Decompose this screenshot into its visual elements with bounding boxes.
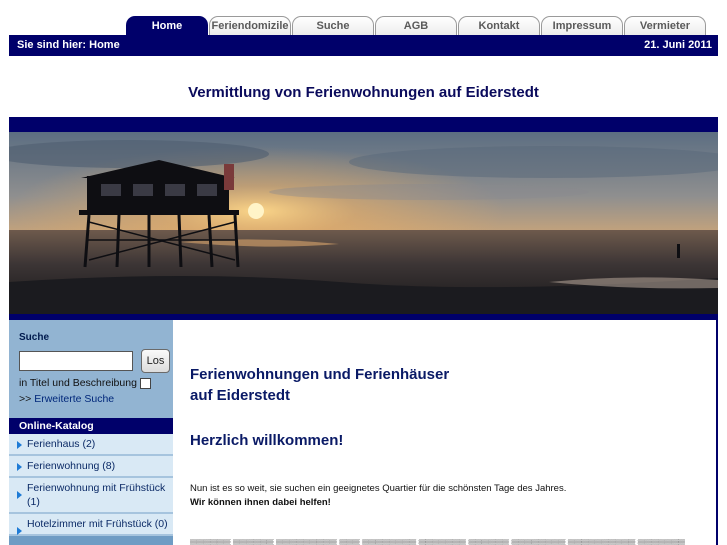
- header-divider: [9, 117, 718, 132]
- main-content: Ferienwohnungen und Ferienhäuser auf Eid…: [173, 320, 718, 545]
- tab-feriendomizile[interactable]: Feriendomizile: [209, 16, 291, 35]
- catalog-list: Ferienhaus (2) Ferienwohnung (8) Ferienw…: [9, 434, 173, 536]
- intro-text: Nun ist es so weit, sie suchen ein geeig…: [190, 482, 710, 510]
- intro-bold: Wir können ihnen dabei helfen!: [190, 497, 331, 508]
- main-tab-nav: Home Feriendomizile Suche AGB Kontakt Im…: [126, 16, 707, 35]
- catalog-item-hotelzimmer-fruehstueck[interactable]: Hotelzimmer mit Frühstück (0): [9, 514, 173, 536]
- catalog-item-label: Hotelzimmer mit Frühstück (0): [27, 518, 168, 530]
- page-heading-line1: Ferienwohnungen und Ferienhäuser: [190, 366, 450, 383]
- breadcrumb-bar: Sie sind hier: Home 21. Juni 2011: [9, 35, 718, 56]
- intro-sentence: Nun ist es so weit, sie suchen ein geeig…: [190, 483, 567, 494]
- search-button[interactable]: Los: [141, 349, 170, 373]
- sidebar: Suche Los in Titel und Beschreibung >> E…: [9, 320, 173, 545]
- search-option-label: in Titel und Beschreibung: [19, 377, 137, 389]
- advanced-search-label: Erweiterte Suche: [34, 393, 115, 405]
- search-in-description-checkbox[interactable]: [139, 377, 151, 389]
- catalog-item-ferienwohnung-fruehstueck[interactable]: Ferienwohnung mit Frühstück (1): [9, 478, 173, 514]
- tab-vermieter[interactable]: Vermieter: [624, 16, 706, 35]
- triangle-right-icon: [17, 463, 22, 471]
- cut-off-text-line: ▒▒▒▒▒▒ ▒▒▒▒▒▒ ▒▒▒▒▒▒▒▒▒ ▒▒▒ ▒▒▒▒▒▒▒▒ ▒▒▒…: [190, 539, 685, 545]
- tab-home[interactable]: Home: [126, 16, 208, 35]
- catalog-item-label: Ferienwohnung mit Frühstück (1): [27, 482, 166, 508]
- catalog-item-label: Ferienhaus (2): [27, 438, 96, 450]
- search-title: Suche: [19, 332, 50, 343]
- page-heading: Ferienwohnungen und Ferienhäuser auf Eid…: [190, 364, 449, 406]
- tab-suche[interactable]: Suche: [292, 16, 374, 35]
- catalog-title: Online-Katalog: [9, 418, 173, 434]
- advanced-search-link[interactable]: >> Erweiterte Suche: [19, 393, 114, 405]
- site-title: Vermittlung von Ferienwohnungen auf Eide…: [188, 84, 539, 101]
- search-panel: Suche Los in Titel und Beschreibung >> E…: [9, 320, 173, 418]
- triangle-right-icon: [17, 491, 22, 499]
- catalog-item-label: Ferienwohnung (8): [27, 460, 116, 472]
- page-heading-line2: auf Eiderstedt: [190, 387, 291, 404]
- tab-impressum[interactable]: Impressum: [541, 16, 623, 35]
- current-date: 21. Juni 2011: [644, 39, 712, 51]
- welcome-heading: Herzlich willkommen!: [190, 432, 344, 449]
- banner-image: [9, 132, 718, 316]
- tab-agb[interactable]: AGB: [375, 16, 457, 35]
- catalog-item-ferienwohnung[interactable]: Ferienwohnung (8): [9, 456, 173, 478]
- tab-kontakt[interactable]: Kontakt: [458, 16, 540, 35]
- catalog-item-ferienhaus[interactable]: Ferienhaus (2): [9, 434, 173, 456]
- triangle-right-icon: [17, 441, 22, 449]
- search-input[interactable]: [19, 351, 133, 371]
- advanced-search-prefix: >>: [19, 393, 32, 405]
- triangle-right-icon: [17, 527, 22, 535]
- search-option: in Titel und Beschreibung: [19, 377, 151, 389]
- breadcrumb: Sie sind hier: Home: [17, 39, 120, 51]
